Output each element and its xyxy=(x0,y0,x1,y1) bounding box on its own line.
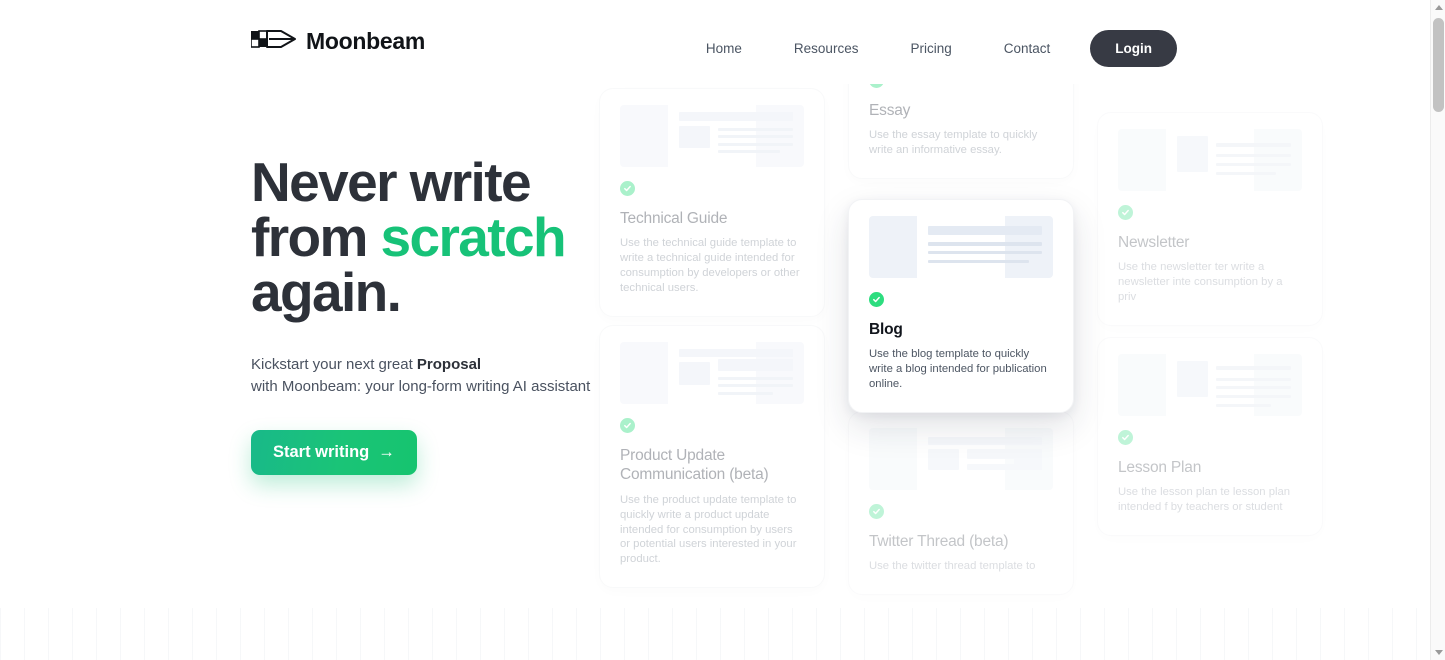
arrow-right-icon: → xyxy=(378,443,395,462)
site-header: Moonbeam Home Resources Pricing Contact … xyxy=(0,0,1430,84)
page-root: Moonbeam Home Resources Pricing Contact … xyxy=(0,0,1445,660)
brand-name: Moonbeam xyxy=(306,28,425,54)
template-thumbnail xyxy=(869,428,1053,490)
template-thumbnail xyxy=(869,216,1053,278)
hero-sub-line-1-prefix: Kickstart your next great xyxy=(251,356,417,373)
template-card-product-update-communication[interactable]: Product Update Communication (beta) Use … xyxy=(599,325,825,589)
hero-subtitle: Kickstart your next great Proposal with … xyxy=(251,354,596,398)
hero-title-accent: scratch xyxy=(380,206,567,268)
page-title: Never write from scratch again. xyxy=(251,155,601,320)
template-title: Lesson Plan xyxy=(1118,459,1202,476)
hero-title-line-2-prefix: from xyxy=(251,206,381,268)
template-description: Use the lesson plan te lesson plan inten… xyxy=(1118,486,1291,514)
template-description: Use the product update template to quick… xyxy=(620,493,797,566)
document-check-icon xyxy=(869,292,884,307)
nav-link-home[interactable]: Home xyxy=(694,35,768,62)
template-card-lesson-plan[interactable]: Lesson Plan Use the lesson plan te lesso… xyxy=(1097,337,1323,537)
template-card-grid: Technical Guide Use the technical guide … xyxy=(599,0,1323,660)
start-writing-button[interactable]: Start writing → xyxy=(251,430,417,476)
template-title: Twitter Thread (beta) xyxy=(869,533,1009,550)
page-scrollbar[interactable] xyxy=(1430,0,1445,660)
hero-title-line-3: again. xyxy=(251,261,402,323)
template-thumbnail xyxy=(1118,129,1302,191)
brand-logo[interactable]: Moonbeam xyxy=(250,28,425,55)
template-title: Essay xyxy=(869,102,911,119)
hero-sub-line-2: with Moonbeam: your long-form writing AI… xyxy=(251,378,591,396)
template-description: Use the newsletter ter write a newslette… xyxy=(1118,261,1283,304)
template-description: Use the blog template to quickly write a… xyxy=(869,348,1047,391)
template-title: Product Update Communication (beta) xyxy=(620,447,769,484)
nav-link-pricing[interactable]: Pricing xyxy=(884,35,977,62)
template-title: Technical Guide xyxy=(620,210,728,227)
start-writing-label: Start writing xyxy=(273,443,370,462)
pen-nib-icon xyxy=(250,28,297,55)
template-description: Use the essay template to quickly write … xyxy=(869,129,1038,157)
main-nav: Home Resources Pricing Contact Login xyxy=(694,30,1177,67)
template-description: Use the twitter thread template to xyxy=(869,560,1036,573)
caret-down-icon[interactable] xyxy=(1431,645,1445,660)
hero-sub-highlight: Proposal xyxy=(416,356,482,373)
document-check-icon xyxy=(1118,430,1133,445)
template-description: Use the technical guide template to writ… xyxy=(620,237,800,295)
template-card-blog[interactable]: Blog Use the blog template to quickly wr… xyxy=(848,199,1074,414)
template-card-twitter-thread[interactable]: Twitter Thread (beta) Use the twitter th… xyxy=(848,411,1074,596)
template-thumbnail xyxy=(620,105,804,167)
login-button[interactable]: Login xyxy=(1090,30,1177,67)
scrollbar-thumb[interactable] xyxy=(1433,18,1444,112)
template-card-newsletter[interactable]: Newsletter Use the newsletter ter write … xyxy=(1097,112,1323,327)
template-thumbnail xyxy=(620,342,804,404)
template-card-technical-guide[interactable]: Technical Guide Use the technical guide … xyxy=(599,88,825,317)
hero-title-line-1: Never write xyxy=(251,151,532,213)
document-check-icon xyxy=(869,504,884,519)
document-check-icon xyxy=(620,181,635,196)
template-title: Newsletter xyxy=(1118,234,1190,251)
nav-link-contact[interactable]: Contact xyxy=(978,35,1077,62)
document-check-icon xyxy=(1118,205,1133,220)
template-thumbnail xyxy=(1118,354,1302,416)
document-check-icon xyxy=(620,418,635,433)
template-title: Blog xyxy=(869,321,903,338)
nav-link-resources[interactable]: Resources xyxy=(768,35,885,62)
caret-up-icon[interactable] xyxy=(1431,0,1445,15)
hero-section: Never write from scratch again. Kickstar… xyxy=(251,155,601,476)
